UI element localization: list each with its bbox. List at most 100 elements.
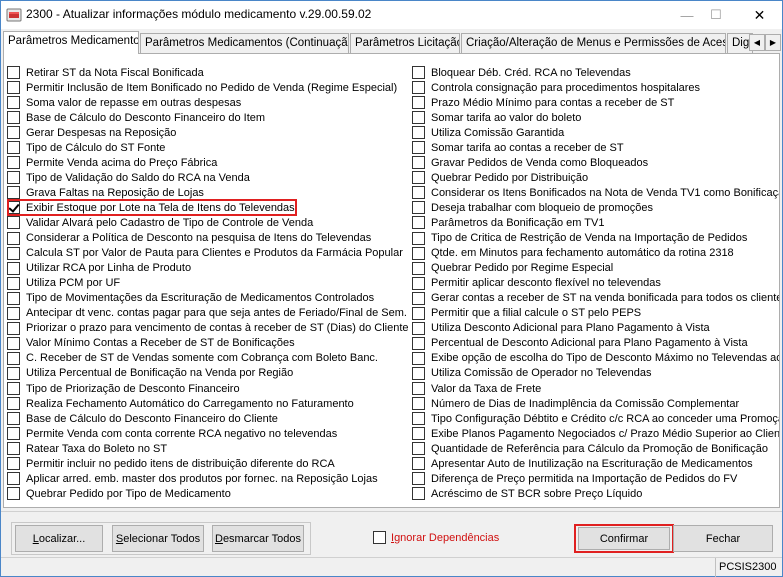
option-checkbox[interactable]	[7, 442, 20, 456]
option-row[interactable]: Exibe opção de escolha do Tipo de Descon…	[412, 351, 779, 366]
option-checkbox[interactable]	[412, 216, 425, 230]
selecionar-todos-button[interactable]: Selecionar Todos	[112, 525, 204, 552]
option-row[interactable]: Acréscimo de ST BCR sobre Preço Líquido	[412, 486, 779, 501]
option-checkbox[interactable]	[7, 111, 20, 125]
maximize-button[interactable]: ☐	[698, 1, 734, 29]
option-checkbox[interactable]	[7, 306, 20, 320]
option-checkbox[interactable]	[7, 397, 20, 411]
option-checkbox[interactable]	[7, 276, 20, 290]
option-checkbox[interactable]	[7, 412, 20, 426]
option-row[interactable]: Quebrar Pedido por Regime Especial	[412, 261, 779, 276]
tab-parametros-medicamentos[interactable]: Parâmetros Medicamentos	[3, 31, 139, 54]
option-checkbox[interactable]	[7, 366, 20, 380]
option-row[interactable]: Utilizar RCA por Linha de Produto	[7, 261, 407, 276]
option-row[interactable]: Permitir Inclusão de Item Bonificado no …	[7, 80, 407, 95]
option-checkbox[interactable]	[412, 276, 425, 290]
option-checkbox[interactable]	[412, 306, 425, 320]
option-row[interactable]: Utiliza Comissão Garantida	[412, 125, 779, 140]
option-checkbox[interactable]	[412, 171, 425, 185]
option-row[interactable]: Retirar ST da Nota Fiscal Bonificada	[7, 65, 407, 80]
option-checkbox[interactable]	[7, 231, 20, 245]
option-row[interactable]: Permitir aplicar desconto flexível no te…	[412, 276, 779, 291]
option-row[interactable]: Percentual de Desconto Adicional para Pl…	[412, 336, 779, 351]
option-checkbox[interactable]	[412, 81, 425, 95]
option-row[interactable]: Grava Faltas na Reposição de Lojas	[7, 185, 407, 200]
option-row[interactable]: Realiza Fechamento Automático do Carrega…	[7, 396, 407, 411]
option-row[interactable]: Permitir incluir no pedido itens de dist…	[7, 456, 407, 471]
option-checkbox[interactable]	[412, 427, 425, 441]
option-checkbox[interactable]	[412, 397, 425, 411]
option-checkbox[interactable]	[412, 366, 425, 380]
option-row[interactable]: Diferença de Preço permitida na Importaç…	[412, 471, 779, 486]
tab-criacao-menus[interactable]: Criação/Alteração de Menus e Permissões …	[461, 33, 726, 53]
option-checkbox[interactable]	[7, 351, 20, 365]
option-checkbox[interactable]	[7, 66, 20, 80]
tab-parametros-continuacao[interactable]: Parâmetros Medicamentos (Continuação)	[140, 33, 349, 53]
option-checkbox[interactable]	[7, 81, 20, 95]
option-row[interactable]: Antecipar dt venc. contas pagar para que…	[7, 306, 407, 321]
option-row[interactable]: Parâmetros da Bonificação em TV1	[412, 215, 779, 230]
option-row[interactable]: Considerar os Itens Bonificados na Nota …	[412, 185, 779, 200]
option-checkbox[interactable]	[7, 382, 20, 395]
option-row[interactable]: Bloquear Déb. Créd. RCA no Televendas	[412, 65, 779, 80]
option-row[interactable]: Somar tarifa ao contas a receber de ST	[412, 140, 779, 155]
option-checkbox[interactable]	[412, 126, 425, 140]
option-row[interactable]: Calcula ST por Valor de Pauta para Clien…	[7, 246, 407, 261]
option-checkbox[interactable]	[412, 111, 425, 125]
option-row[interactable]: Apresentar Auto de Inutilização na Escri…	[412, 456, 779, 471]
option-row[interactable]: Valor Mínimo Contas a Receber de ST de B…	[7, 336, 407, 351]
option-checkbox[interactable]	[412, 442, 425, 456]
option-row[interactable]: Gerar contas a receber de ST na venda bo…	[412, 291, 779, 306]
option-row[interactable]: Prazo Médio Mínimo para contas a receber…	[412, 95, 779, 110]
option-row[interactable]: Permitir que a filial calcule o ST pelo …	[412, 306, 779, 321]
option-checkbox[interactable]	[412, 141, 425, 155]
option-row[interactable]: Gerar Despesas na Reposição	[7, 125, 407, 140]
option-checkbox[interactable]	[7, 336, 20, 350]
option-row[interactable]: Tipo de Movimentações da Escrituração de…	[7, 291, 407, 306]
option-checkbox[interactable]	[412, 231, 425, 245]
option-row[interactable]: Base de Cálculo do Desconto Financeiro d…	[7, 110, 407, 125]
option-row[interactable]: Utiliza Percentual de Bonificação na Ven…	[7, 366, 407, 381]
option-checkbox[interactable]	[7, 261, 20, 275]
option-row[interactable]: Quebrar Pedido por Distribuição	[412, 170, 779, 185]
tab-parametros-licitacao[interactable]: Parâmetros Licitação	[350, 33, 460, 53]
option-checkbox[interactable]	[412, 96, 425, 110]
option-checkbox[interactable]	[412, 382, 425, 395]
option-checkbox[interactable]	[7, 171, 20, 185]
option-row[interactable]: Base de Cálculo do Desconto Financeiro d…	[7, 411, 407, 426]
option-checkbox[interactable]	[7, 186, 20, 200]
option-checkbox[interactable]	[412, 186, 425, 200]
option-checkbox[interactable]	[7, 246, 20, 260]
option-row[interactable]: Exibir Estoque por Lote na Tela de Itens…	[7, 199, 407, 217]
option-row[interactable]: Soma valor de repasse em outras despesas	[7, 95, 407, 110]
option-row[interactable]: Quantidade de Referência para Cálculo da…	[412, 441, 779, 456]
option-row[interactable]: Validar Alvará pelo Cadastro de Tipo de …	[7, 215, 407, 230]
option-checkbox[interactable]	[7, 96, 20, 110]
option-checkbox[interactable]	[412, 156, 425, 170]
option-row[interactable]: Tipo de Cálculo do ST Fonte	[7, 140, 407, 155]
option-row[interactable]: Qtde. em Minutos para fechamento automát…	[412, 246, 779, 261]
option-checkbox[interactable]	[412, 487, 425, 501]
option-row[interactable]: Somar tarifa ao valor do boleto	[412, 110, 779, 125]
option-row[interactable]: Controla consignação para procedimentos …	[412, 80, 779, 95]
option-checkbox[interactable]	[412, 336, 425, 350]
option-checkbox[interactable]	[7, 472, 20, 486]
option-checkbox[interactable]	[412, 246, 425, 260]
option-row[interactable]: Número de Dias de Inadimplência da Comis…	[412, 396, 779, 411]
option-row[interactable]: Priorizar o prazo para vencimento de con…	[7, 321, 409, 336]
close-button[interactable]: ✕	[737, 1, 782, 29]
option-row[interactable]: Utiliza Comissão de Operador no Televend…	[412, 366, 779, 381]
option-row[interactable]: Tipo de Validação do Saldo do RCA na Ven…	[7, 170, 407, 185]
option-checkbox[interactable]	[7, 457, 20, 471]
option-checkbox[interactable]	[412, 457, 425, 471]
option-checkbox[interactable]	[412, 472, 425, 486]
option-checkbox[interactable]	[7, 427, 20, 441]
option-checkbox[interactable]	[412, 261, 425, 275]
option-checkbox[interactable]	[412, 291, 425, 305]
tab-scroll-right-button[interactable]: ▶	[765, 34, 781, 51]
option-row[interactable]: Permite Venda com conta corrente RCA neg…	[7, 426, 407, 441]
option-checkbox[interactable]	[412, 351, 425, 365]
fechar-button[interactable]: Fechar	[673, 525, 773, 552]
option-checkbox[interactable]	[7, 156, 20, 170]
option-row[interactable]: Deseja trabalhar com bloqueio de promoçõ…	[412, 200, 779, 215]
